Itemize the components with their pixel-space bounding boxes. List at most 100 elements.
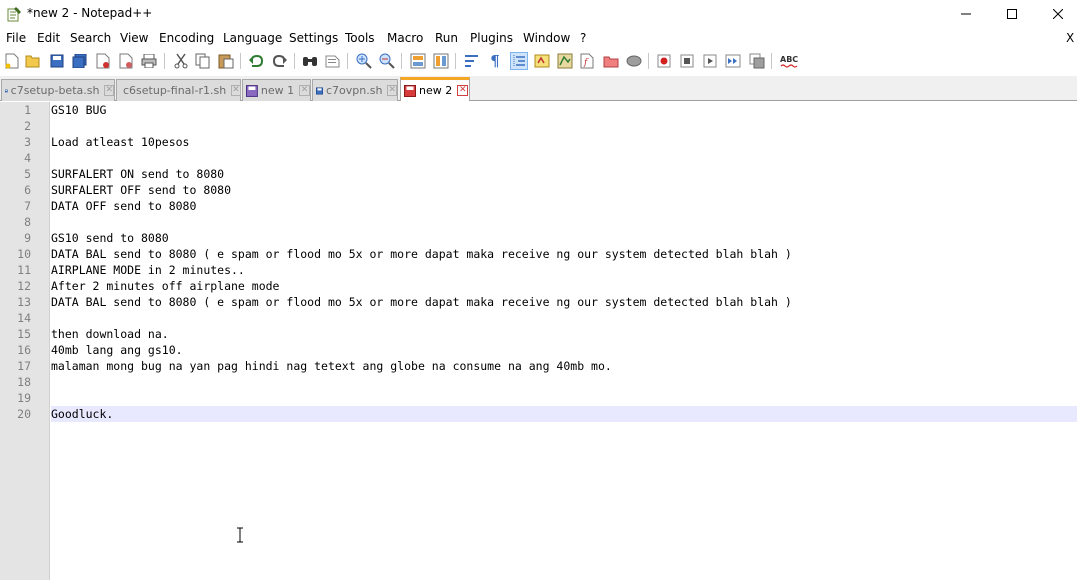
tab-close-icon[interactable]: ✕ — [457, 85, 469, 96]
editor-pane[interactable]: 1 2 3 4 5 6 7 8 9 10 11 12 13 14 15 16 17 18 19 20 GS10 BUG… — [0, 102, 1077, 580]
record-macro-icon[interactable] — [655, 52, 673, 70]
tab-close-icon[interactable]: ✕ — [387, 85, 397, 96]
editor-line[interactable]: 40mb lang ang gs10. — [51, 342, 1077, 358]
run-macro-multiple-icon[interactable] — [724, 52, 742, 70]
menu-run[interactable]: Run — [435, 31, 458, 45]
line-number: 17 — [17, 359, 31, 373]
line-number: 9 — [24, 231, 31, 245]
line-number: 7 — [24, 199, 31, 213]
paste-icon[interactable] — [217, 52, 235, 70]
editor-line[interactable] — [51, 118, 1077, 134]
editor-line[interactable] — [51, 390, 1077, 406]
editor-line[interactable]: GS10 BUG — [51, 102, 1077, 118]
close-document-button[interactable]: X — [1066, 31, 1074, 45]
menu-encoding[interactable]: Encoding — [159, 31, 214, 45]
play-macro-icon[interactable] — [701, 52, 719, 70]
line-number: 18 — [17, 375, 31, 389]
toolbar: ¶ f ABC — [0, 49, 1077, 73]
menu-file[interactable]: File — [6, 31, 26, 45]
word-wrap-icon[interactable] — [463, 52, 481, 70]
indent-guide-icon[interactable] — [510, 52, 528, 70]
save-icon[interactable] — [48, 52, 66, 70]
tab-new-2[interactable]: new 2 ✕ — [400, 77, 470, 101]
copy-icon[interactable] — [194, 52, 212, 70]
save-all-icon[interactable] — [71, 52, 89, 70]
menu-window[interactable]: Window — [523, 31, 570, 45]
function-list-icon[interactable]: f — [579, 52, 597, 70]
line-number: 2 — [24, 119, 31, 133]
menu-language[interactable]: Language — [223, 31, 282, 45]
editor-line[interactable] — [51, 310, 1077, 326]
tab-close-icon[interactable]: ✕ — [104, 85, 114, 96]
menu-help[interactable]: ? — [580, 31, 586, 45]
svg-text:ABC: ABC — [780, 55, 798, 64]
editor-line[interactable] — [51, 150, 1077, 166]
line-number: 3 — [24, 135, 31, 149]
line-number: 19 — [17, 391, 31, 405]
udl-icon[interactable] — [533, 52, 551, 70]
tab-c6setup-final[interactable]: c6setup-final-r1.sh ✕ — [116, 79, 241, 101]
editor-line[interactable]: DATA OFF send to 8080 — [51, 198, 1077, 214]
cut-icon[interactable] — [172, 52, 190, 70]
tab-label: c7setup-beta.sh — [10, 84, 100, 97]
tab-c7setup-beta[interactable]: c7setup-beta.sh ✕ — [1, 79, 115, 101]
replace-icon[interactable] — [324, 52, 342, 70]
editor-line[interactable]: SURFALERT ON send to 8080 — [51, 166, 1077, 182]
zoom-in-icon[interactable] — [355, 52, 373, 70]
editor-line[interactable]: SURFALERT OFF send to 8080 — [51, 182, 1077, 198]
undo-icon[interactable] — [247, 52, 265, 70]
print-icon[interactable] — [140, 52, 158, 70]
close-window-button[interactable] — [1035, 0, 1077, 28]
menu-search[interactable]: Search — [70, 31, 111, 45]
minimize-button[interactable] — [943, 0, 989, 28]
maximize-icon — [1007, 9, 1017, 19]
editor-line[interactable]: Load atleast 10pesos — [51, 134, 1077, 150]
editor-line[interactable]: AIRPLANE MODE in 2 minutes.. — [51, 262, 1077, 278]
editor-line[interactable]: After 2 minutes off airplane mode — [51, 278, 1077, 294]
menu-edit[interactable]: Edit — [37, 31, 60, 45]
title-bar: *new 2 - Notepad++ — [0, 0, 1077, 28]
menu-macro[interactable]: Macro — [387, 31, 423, 45]
editor-line[interactable]: DATA BAL send to 8080 ( e spam or flood … — [51, 294, 1077, 310]
window-title: *new 2 - Notepad++ — [27, 6, 153, 20]
tab-close-icon[interactable]: ✕ — [231, 85, 241, 96]
line-number: 11 — [17, 263, 31, 277]
line-number: 8 — [24, 215, 31, 229]
menu-plugins[interactable]: Plugins — [470, 31, 513, 45]
zoom-out-icon[interactable] — [378, 52, 396, 70]
open-file-icon[interactable] — [24, 52, 42, 70]
editor-line[interactable] — [51, 214, 1077, 230]
save-macro-icon[interactable] — [748, 52, 766, 70]
stop-macro-icon[interactable] — [678, 52, 696, 70]
close-icon[interactable] — [94, 52, 112, 70]
doc-map-icon[interactable] — [556, 52, 574, 70]
sync-horizontal-icon[interactable] — [432, 52, 450, 70]
redo-icon[interactable] — [271, 52, 289, 70]
unsaved-file-icon — [404, 84, 416, 97]
editor-line[interactable]: DATA BAL send to 8080 ( e spam or flood … — [51, 246, 1077, 262]
folder-workspace-icon[interactable] — [602, 52, 620, 70]
line-number: 13 — [17, 295, 31, 309]
spell-check-icon[interactable]: ABC — [779, 52, 801, 70]
line-number: 5 — [24, 167, 31, 181]
editor-line[interactable]: Goodluck. — [51, 406, 1077, 422]
new-file-icon[interactable] — [3, 52, 21, 70]
editor-line[interactable] — [51, 374, 1077, 390]
sync-vertical-icon[interactable] — [409, 52, 427, 70]
tab-c7ovpn[interactable]: c7ovpn.sh ✕ — [312, 79, 398, 101]
monitor-icon[interactable] — [625, 52, 643, 70]
editor-line[interactable]: then download na. — [51, 326, 1077, 342]
close-all-icon[interactable] — [117, 52, 135, 70]
editor-line[interactable]: malaman mong bug na yan pag hindi nag te… — [51, 358, 1077, 374]
menu-tools[interactable]: Tools — [345, 31, 375, 45]
tab-close-icon[interactable]: ✕ — [299, 85, 310, 96]
menu-settings[interactable]: Settings — [289, 31, 338, 45]
notepad-plus-plus-icon — [6, 6, 22, 22]
show-all-chars-icon[interactable]: ¶ — [486, 52, 504, 70]
tab-new-1[interactable]: new 1 ✕ — [242, 79, 311, 101]
menu-view[interactable]: View — [120, 31, 148, 45]
find-icon[interactable] — [301, 52, 319, 70]
maximize-button[interactable] — [989, 0, 1035, 28]
editor-line[interactable]: GS10 send to 8080 — [51, 230, 1077, 246]
text-area[interactable]: GS10 BUG Load atleast 10pesos SURFALERT ON… — [51, 102, 1077, 580]
